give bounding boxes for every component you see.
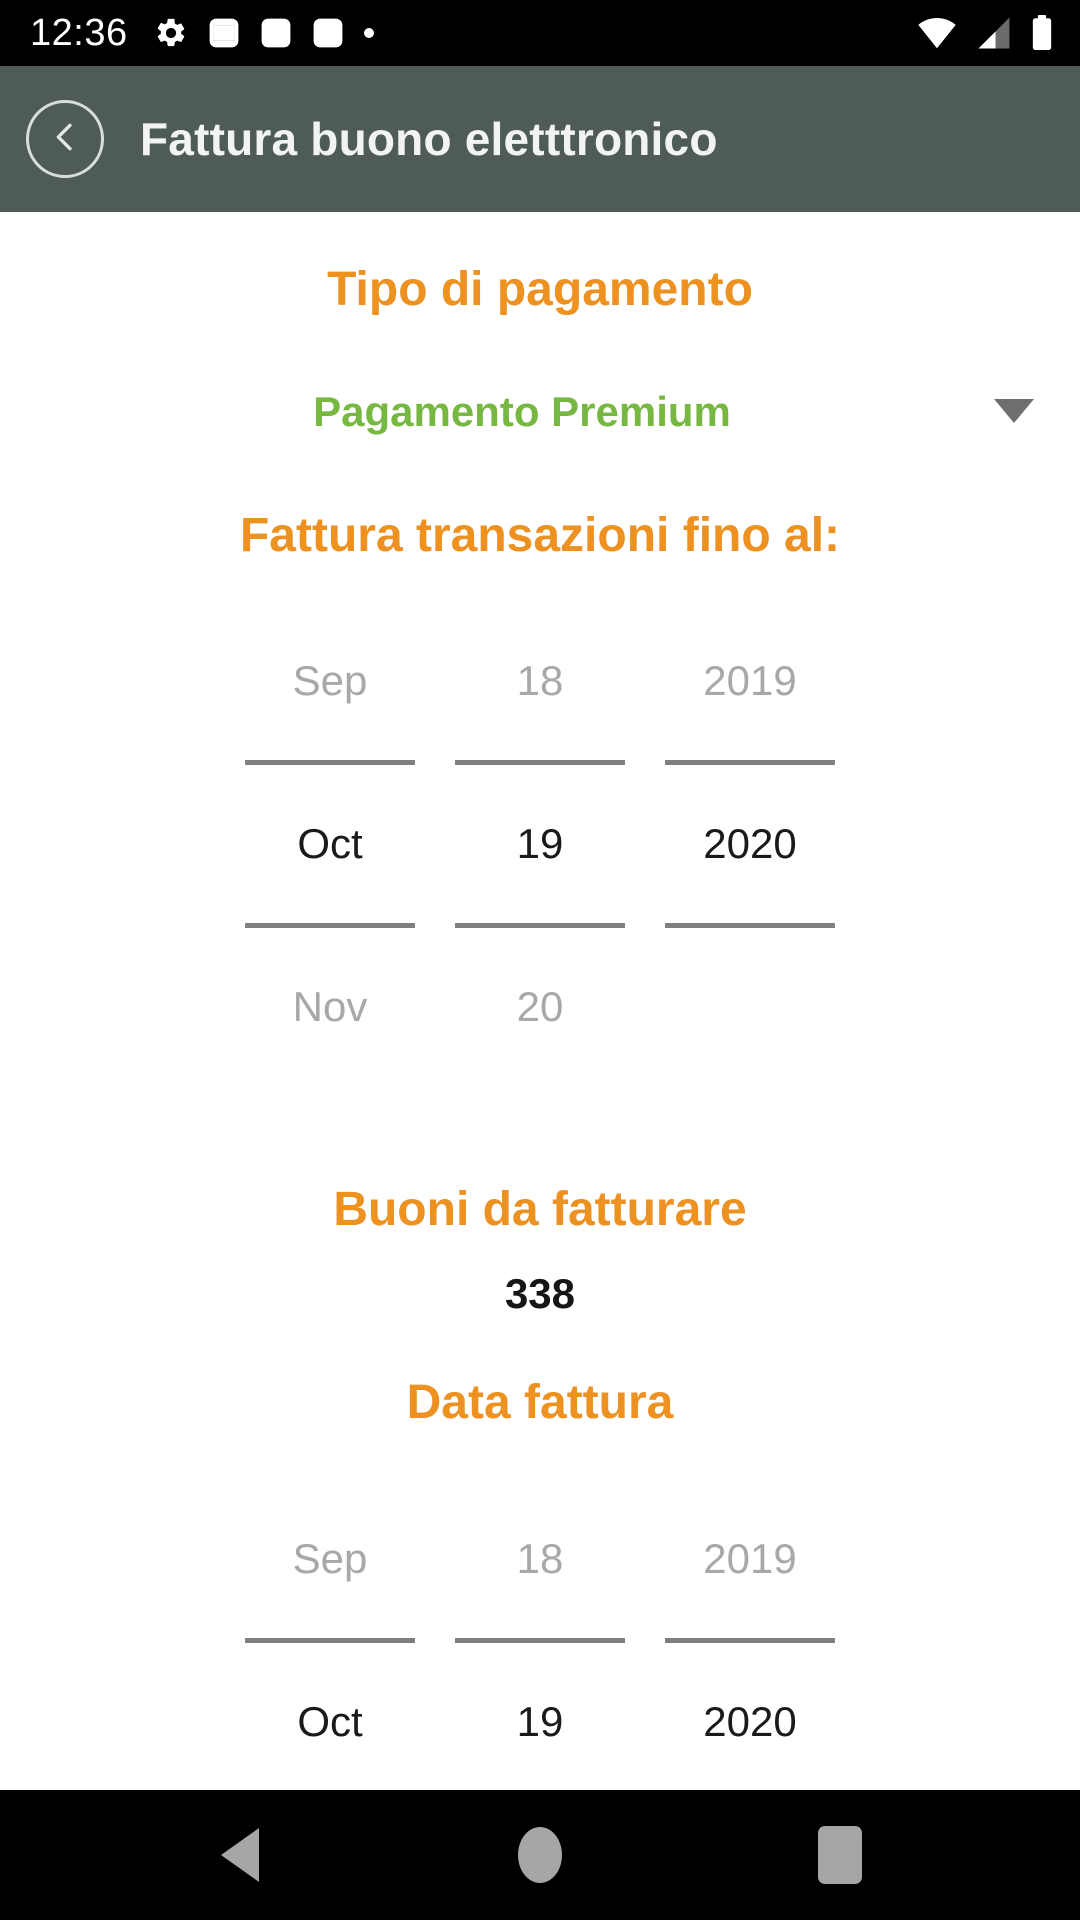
main-content: Tipo di pagamento Pagamento Premium Fatt…: [0, 212, 1080, 1790]
status-bar-right-icons: [916, 15, 1054, 51]
invoice-until-heading: Fattura transazioni fino al:: [239, 509, 841, 562]
picker-value-selected[interactable]: 2020: [645, 1643, 855, 1790]
cellular-signal-icon: [974, 16, 1014, 50]
status-bar: 12:36: [0, 0, 1080, 66]
date-picker-invoice-month-column[interactable]: Sep Oct: [225, 1480, 435, 1790]
picker-value-selected[interactable]: 2020: [645, 765, 855, 923]
nav-home-circle-icon: [518, 1827, 562, 1883]
vouchers-count: 338: [504, 1270, 576, 1317]
android-navigation-bar: [0, 1790, 1080, 1920]
notification-icon: [260, 16, 292, 50]
app-header-bar: Fattura buono eletttronico: [0, 66, 1080, 212]
notification-icon: [208, 16, 240, 50]
date-picker-until-month-column[interactable]: Sep Oct Nov: [225, 602, 435, 1086]
invoice-date-heading: Data fattura: [406, 1376, 674, 1429]
picker-value-previous[interactable]: Sep: [225, 602, 435, 760]
dot-icon: [363, 28, 374, 38]
status-bar-left-icons: [154, 16, 374, 50]
date-picker-invoice[interactable]: Sep Oct 18 19 2019 2020: [0, 1480, 1080, 1790]
picker-value-selected[interactable]: Oct: [225, 1643, 435, 1790]
picker-value-selected[interactable]: Oct: [225, 765, 435, 923]
wifi-icon: [916, 16, 958, 50]
picker-value-selected[interactable]: 19: [435, 1643, 645, 1790]
date-picker-until-year-column[interactable]: 2019 2020: [645, 602, 855, 1086]
nav-back-button[interactable]: [90, 1828, 390, 1882]
picker-value-previous[interactable]: 2019: [645, 1480, 855, 1638]
nav-back-triangle-icon: [221, 1828, 259, 1882]
payment-type-selected-value: Pagamento Premium: [313, 388, 731, 435]
payment-type-dropdown[interactable]: Pagamento Premium: [0, 372, 1080, 452]
payment-type-heading: Tipo di pagamento: [327, 263, 753, 316]
date-picker-until-day-column[interactable]: 18 19 20: [435, 602, 645, 1086]
picker-value-previous[interactable]: 18: [435, 1480, 645, 1638]
back-chevron-icon: [45, 117, 85, 162]
picker-value-next[interactable]: 20: [435, 928, 645, 1086]
battery-icon: [1030, 15, 1054, 51]
picker-value-previous[interactable]: 18: [435, 602, 645, 760]
vouchers-heading: Buoni da fatturare: [333, 1183, 747, 1236]
date-picker-invoice-day-column[interactable]: 18 19: [435, 1480, 645, 1790]
chevron-down-icon[interactable]: [984, 399, 1044, 425]
picker-value-next[interactable]: Nov: [225, 928, 435, 1086]
status-bar-clock: 12:36: [30, 12, 128, 54]
nav-home-button[interactable]: [390, 1827, 690, 1883]
picker-value-previous[interactable]: 2019: [645, 602, 855, 760]
date-picker-until[interactable]: Sep Oct Nov 18 19 20 2019 2020: [0, 602, 1080, 1086]
gear-icon: [154, 16, 188, 50]
back-button[interactable]: [26, 100, 104, 178]
page-title: Fattura buono eletttronico: [140, 113, 718, 165]
picker-value-next[interactable]: [645, 928, 855, 1086]
nav-recents-button[interactable]: [690, 1826, 990, 1884]
picker-value-previous[interactable]: Sep: [225, 1480, 435, 1638]
picker-value-selected[interactable]: 19: [435, 765, 645, 923]
nav-recents-square-icon: [818, 1826, 862, 1884]
date-picker-invoice-year-column[interactable]: 2019 2020: [645, 1480, 855, 1790]
notification-icon: [312, 16, 344, 50]
